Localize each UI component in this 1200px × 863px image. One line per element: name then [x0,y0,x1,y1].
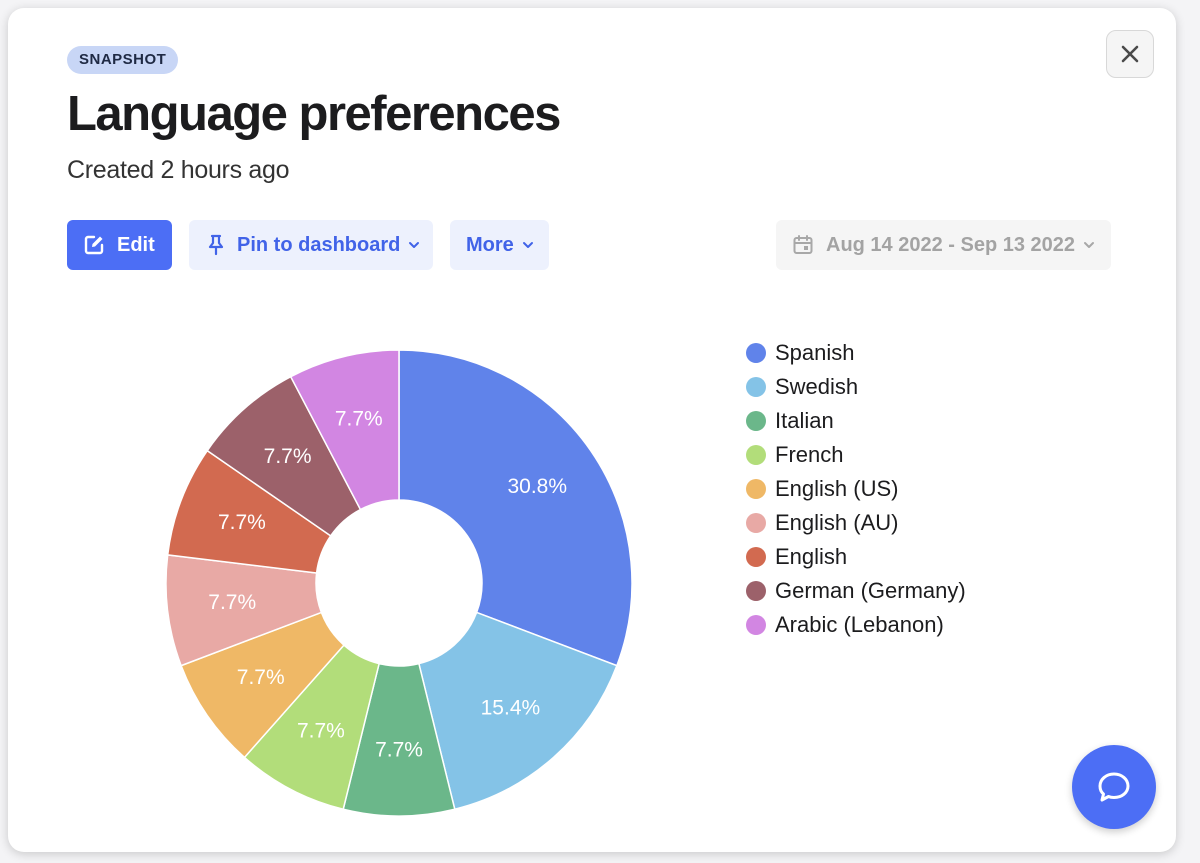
slice-value-label: 7.7% [237,666,285,689]
date-range-picker[interactable]: Aug 14 2022 - Sep 13 2022 [776,220,1111,270]
slice-value-label: 15.4% [481,696,541,719]
legend-label: English (AU) [775,510,899,535]
snapshot-badge: SNAPSHOT [67,46,179,74]
slice-value-label: 7.7% [297,719,345,742]
legend-item[interactable]: French [746,438,966,472]
pin-button-label: Pin to dashboard [237,233,401,256]
edit-button[interactable]: Edit [67,220,172,270]
legend-item[interactable]: Arabic (Lebanon) [746,608,966,642]
created-timestamp: Created 2 hours ago [67,156,290,184]
chat-support-button[interactable] [1072,745,1156,829]
donut-slice-0[interactable] [398,349,633,667]
legend-label: English [775,544,848,569]
page-title: Language preferences [67,87,561,141]
snapshot-modal: SNAPSHOT Language preferences Created 2 … [8,8,1176,852]
legend-label: French [775,442,844,467]
legend-label: German (Germany) [775,578,966,603]
slice-value-label: 7.7% [218,511,266,534]
slice-value-label: 7.7% [335,407,383,430]
more-button-label: More [466,233,514,256]
legend-swatch [746,445,766,465]
date-range-label: Aug 14 2022 - Sep 13 2022 [826,233,1076,256]
legend-item[interactable]: German (Germany) [746,574,966,608]
slice-value-label: 7.7% [375,739,423,762]
legend-item[interactable]: English (US) [746,472,966,506]
edit-button-label: Edit [117,233,155,256]
legend-item[interactable]: Spanish [746,336,966,370]
legend-label: Arabic (Lebanon) [775,612,944,637]
legend-swatch [746,513,766,533]
pin-icon [207,234,225,256]
slice-value-label: 7.7% [264,445,312,468]
legend-label: Spanish [775,340,855,365]
more-menu-button[interactable]: More [450,220,549,270]
legend-item[interactable]: English [746,540,966,574]
chat-icon [1098,772,1130,802]
slice-value-label: 30.8% [507,475,567,498]
chevron-down-icon [1083,241,1095,249]
legend-item[interactable]: Italian [746,404,966,438]
chevron-down-icon [522,241,534,249]
legend-label: Swedish [775,374,859,399]
chart-legend: Spanish Swedish Italian French English (US) E… [746,336,966,642]
language-donut-chart: 30.8% 15.4% 7.7% 7.7% 7.7% 7.7% 7.7% 7.7% 7.7% [165,349,633,817]
close-button[interactable] [1106,30,1154,78]
legend-label: Italian [775,408,834,433]
legend-swatch [746,377,766,397]
legend-swatch [746,547,766,567]
legend-swatch [746,411,766,431]
legend-label: English (US) [775,476,899,501]
chevron-down-icon [408,241,420,249]
legend-item[interactable]: English (AU) [746,506,966,540]
legend-swatch [746,343,766,363]
legend-item[interactable]: Swedish [746,370,966,404]
legend-swatch [746,479,766,499]
pin-to-dashboard-button[interactable]: Pin to dashboard [189,220,433,270]
calendar-icon [792,234,814,256]
legend-swatch [746,581,766,601]
slice-value-label: 7.7% [208,591,256,614]
close-icon [1121,45,1139,63]
legend-swatch [746,615,766,635]
edit-icon [83,234,105,256]
